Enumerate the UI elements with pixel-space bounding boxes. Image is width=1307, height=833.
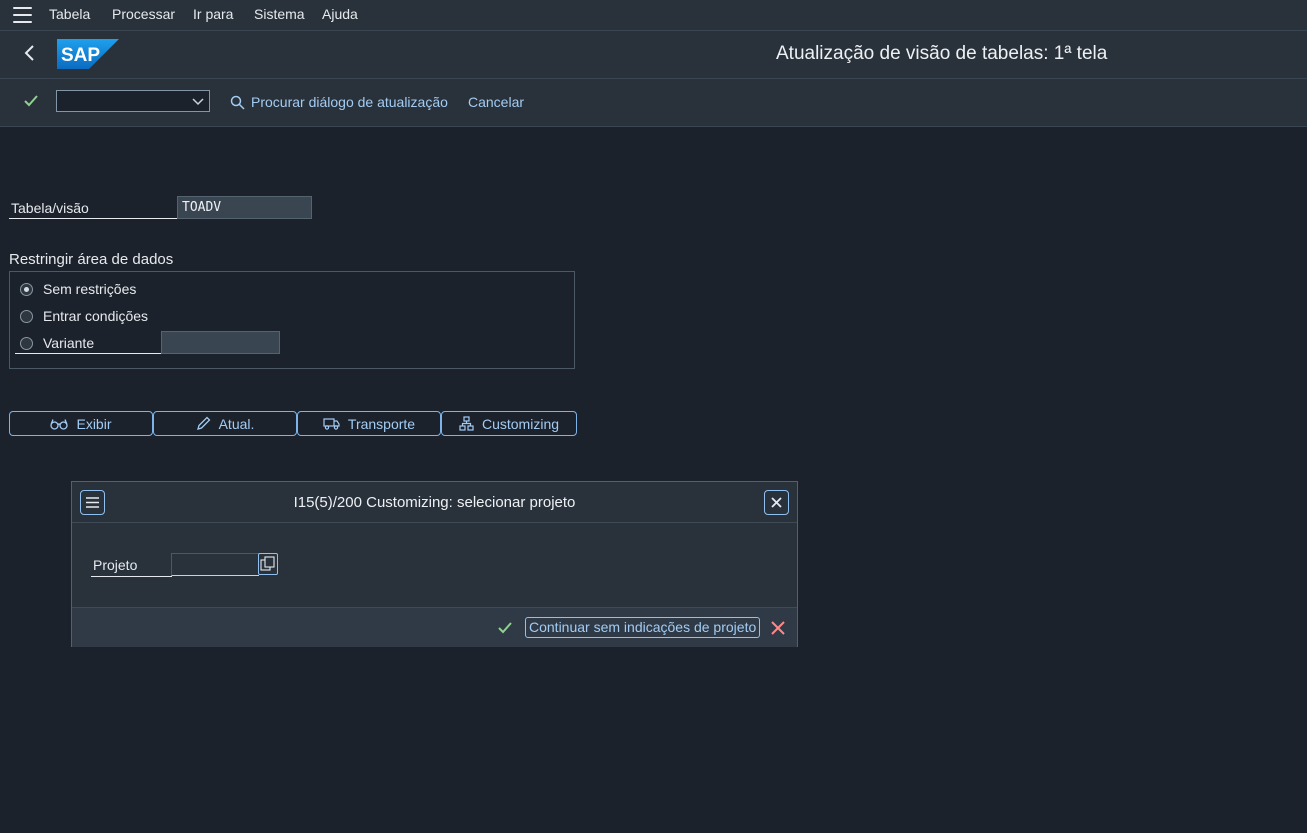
glasses-icon [50, 418, 69, 430]
radio-enter-conditions-label[interactable]: Entrar condições [43, 308, 148, 324]
display-label: Exibir [76, 415, 112, 432]
find-label: Procurar diálogo de atualização [251, 94, 448, 110]
continue-without-project-button[interactable]: Continuar sem indicações de projeto [525, 617, 761, 638]
page-title: Atualização de visão de tabelas: 1ª tela [776, 43, 1108, 64]
cancel-button[interactable]: Cancelar [468, 94, 524, 110]
radio-variant[interactable] [20, 337, 33, 350]
checkmark-icon[interactable] [22, 92, 40, 110]
menu-processar[interactable]: Processar [112, 6, 175, 22]
radio-no-restrictions[interactable] [20, 283, 33, 296]
customizing-label: Customizing [481, 415, 560, 432]
restrict-data-area-title: Restringir área de dados [9, 251, 174, 268]
update-button[interactable]: Atual. [153, 411, 297, 436]
variant-underline [15, 353, 162, 354]
close-icon[interactable] [764, 490, 789, 515]
transport-label: Transporte [347, 415, 416, 432]
chevron-down-icon[interactable] [191, 94, 205, 108]
menu-bar: Tabela Processar Ir para Sistema Ajuda [0, 0, 1307, 31]
table-view-label-text: Tabela/visão [11, 200, 89, 216]
update-label: Atual. [218, 415, 255, 432]
cancel-x-icon[interactable] [769, 619, 787, 637]
value-help-icon[interactable] [258, 553, 278, 575]
hierarchy-icon [459, 416, 474, 431]
dialog-title: I15(5)/200 Customizing: selecionar proje… [293, 494, 576, 511]
back-icon[interactable] [18, 41, 42, 65]
command-field[interactable] [56, 90, 210, 112]
toolbar: Procurar diálogo de atualização Cancelar [0, 79, 1307, 127]
menu-sistema[interactable]: Sistema [254, 6, 305, 22]
pencil-icon [196, 416, 211, 430]
dialog-footer: Continuar sem indicações de projeto [72, 607, 797, 647]
sap-logo: SAP [57, 39, 119, 69]
project-label-text: Projeto [93, 557, 138, 573]
search-icon [230, 95, 245, 110]
truck-icon [323, 418, 340, 430]
find-maintenance-dialog-button[interactable]: Procurar diálogo de atualização [230, 94, 448, 110]
table-view-input[interactable]: TOADV [177, 196, 312, 219]
display-button[interactable]: Exibir [9, 411, 153, 436]
menu-tabela[interactable]: Tabela [49, 6, 90, 22]
hamburger-menu-icon[interactable] [13, 7, 32, 23]
radio-enter-conditions[interactable] [20, 310, 33, 323]
customizing-button[interactable]: Customizing [441, 411, 577, 436]
shell-bar: SAP Atualização de visão de tabelas: 1ª … [0, 31, 1307, 79]
sap-logo-text: SAP [61, 45, 100, 66]
confirm-checkmark-icon[interactable] [496, 619, 514, 637]
table-view-label: Tabela/visão [9, 200, 177, 219]
transport-button[interactable]: Transporte [297, 411, 441, 436]
dialog-menu-icon[interactable] [80, 490, 105, 515]
select-project-dialog: I15(5)/200 Customizing: selecionar proje… [71, 481, 798, 647]
menu-ajuda[interactable]: Ajuda [322, 6, 358, 22]
variant-input[interactable] [161, 331, 280, 354]
project-input[interactable] [171, 553, 259, 576]
project-label: Projeto [91, 557, 172, 577]
radio-variant-label[interactable]: Variante [43, 335, 94, 351]
dialog-header: I15(5)/200 Customizing: selecionar proje… [72, 482, 797, 523]
menu-ir-para[interactable]: Ir para [193, 6, 233, 22]
radio-no-restrictions-label[interactable]: Sem restrições [43, 281, 136, 297]
